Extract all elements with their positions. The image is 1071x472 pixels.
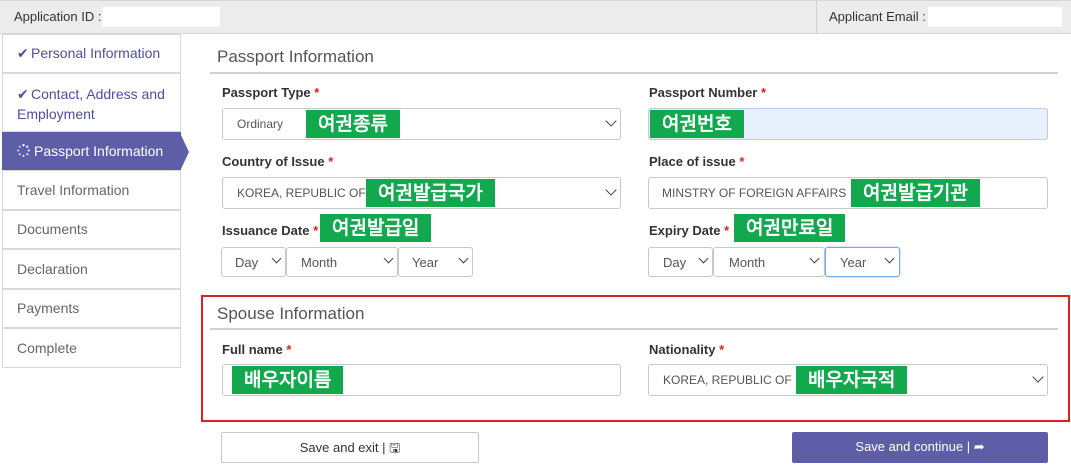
expiry-month-value: Month bbox=[729, 255, 766, 270]
sidebar-item-contact-address[interactable]: ✔ Contact, Address and Employment bbox=[2, 73, 181, 132]
issuance-month-value: Month bbox=[301, 255, 338, 270]
check-icon: ✔ bbox=[17, 86, 29, 102]
passport-number-annotation: 여권번호 bbox=[650, 110, 744, 138]
sidebar-item-declaration[interactable]: Declaration bbox=[2, 249, 181, 289]
header-divider bbox=[816, 1, 817, 33]
expiry-year-value: Year bbox=[840, 255, 867, 270]
applicant-email-label: Applicant Email : bbox=[829, 9, 926, 24]
country-of-issue-annotation: 여권발급국가 bbox=[366, 179, 495, 207]
expiry-day-value: Day bbox=[663, 255, 687, 270]
sidebar-item-documents[interactable]: Documents bbox=[2, 210, 181, 249]
spouse-nationality-value: KOREA, REPUBLIC OF bbox=[663, 373, 792, 387]
sidebar-item-label: Passport Information bbox=[34, 143, 164, 159]
application-id-value bbox=[102, 7, 220, 27]
passport-section-title: Passport Information bbox=[217, 47, 374, 66]
spouse-full-name-annotation: 배우자이름 bbox=[232, 366, 344, 394]
section-divider bbox=[210, 72, 1058, 74]
place-of-issue-value: MINSTRY OF FOREIGN AFFAIRS bbox=[662, 186, 847, 200]
passport-number-label: Passport Number * bbox=[649, 85, 767, 100]
section-divider bbox=[210, 328, 1058, 330]
save-and-exit-button[interactable]: Save and exit | 🖫 bbox=[221, 432, 479, 463]
sidebar-item-label: Payments bbox=[17, 300, 80, 316]
sidebar-item-label: Personal Information bbox=[31, 45, 161, 61]
sidebar-item-label: Contact, Address and bbox=[31, 86, 165, 102]
spouse-section-title: Spouse Information bbox=[217, 304, 365, 323]
expiry-date-label: Expiry Date * bbox=[649, 223, 730, 238]
spouse-nationality-annotation: 배우자국적 bbox=[796, 366, 908, 394]
country-of-issue-label: Country of Issue * bbox=[222, 154, 334, 169]
sidebar-item-complete[interactable]: Complete bbox=[2, 328, 181, 368]
sidebar-item-payments[interactable]: Payments bbox=[2, 289, 181, 328]
sidebar-item-travel-information[interactable]: Travel Information bbox=[2, 170, 181, 210]
passport-type-value: Ordinary bbox=[237, 117, 284, 131]
sidebar-item-personal-information[interactable]: ✔ Personal Information bbox=[2, 34, 181, 73]
spouse-full-name-label: Full name * bbox=[222, 342, 292, 357]
place-of-issue-label: Place of issue * bbox=[649, 154, 745, 169]
sidebar-item-label: Complete bbox=[17, 340, 77, 356]
applicant-email-value bbox=[928, 7, 1062, 27]
sidebar-item-label: Declaration bbox=[17, 261, 88, 277]
save-and-continue-button[interactable]: Save and continue | ➦ bbox=[792, 432, 1048, 463]
passport-type-annotation: 여권종류 bbox=[306, 110, 400, 138]
issuance-date-annotation: 여권발급일 bbox=[320, 214, 432, 242]
active-indicator-arrow bbox=[180, 133, 189, 171]
issuance-year-value: Year bbox=[412, 255, 439, 270]
issuance-date-label: Issuance Date * bbox=[222, 223, 319, 238]
spouse-nationality-label: Nationality * bbox=[649, 342, 725, 357]
sidebar-item-passport-information[interactable]: Passport Information bbox=[2, 132, 189, 171]
expiry-date-annotation: 여권만료일 bbox=[734, 214, 846, 242]
sidebar-item-label: Documents bbox=[17, 221, 88, 237]
sidebar-item-label-line2: Employment bbox=[17, 106, 95, 122]
sidebar-item-label: Travel Information bbox=[17, 182, 130, 198]
check-icon: ✔ bbox=[17, 45, 29, 61]
place-of-issue-annotation: 여권발급기관 bbox=[851, 179, 980, 207]
country-of-issue-value: KOREA, REPUBLIC OF bbox=[237, 186, 366, 200]
passport-type-label: Passport Type * bbox=[222, 85, 320, 100]
application-id-label: Application ID : bbox=[14, 9, 102, 24]
loading-spinner-icon bbox=[17, 133, 34, 169]
issuance-day-value: Day bbox=[235, 255, 259, 270]
